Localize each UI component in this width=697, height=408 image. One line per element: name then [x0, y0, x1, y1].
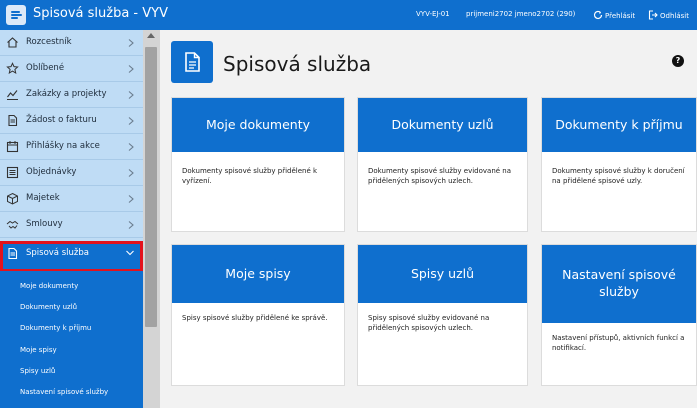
file-icon: [8, 247, 18, 260]
box-icon: [7, 192, 18, 205]
submenu-item-moje-dokumenty[interactable]: Moje dokumenty: [20, 282, 78, 290]
sidebar-item-oblibene[interactable]: Oblíbené: [0, 56, 143, 82]
sidebar-submenu: Moje dokumenty Dokumenty uzlů Dokumenty …: [0, 271, 143, 408]
chevron-right-icon: [128, 221, 134, 229]
card-title: Moje dokumenty: [172, 98, 344, 152]
star-icon: [6, 62, 19, 75]
card-nastaveni-spisove-sluzby[interactable]: Nastavení spisové služby Nastavení příst…: [541, 244, 697, 386]
submenu-item-moje-spisy[interactable]: Moje spisy: [20, 346, 57, 354]
sidebar-item-label: Žádost o fakturu: [26, 115, 97, 125]
document-icon: [8, 114, 18, 127]
sidebar-item-label: Objednávky: [26, 167, 77, 177]
chevron-right-icon: [128, 169, 134, 177]
relogin-button[interactable]: Přehlásit: [593, 10, 635, 20]
card-dokumenty-k-prijmu[interactable]: Dokumenty k příjmu Dokumenty spisové slu…: [541, 97, 697, 232]
sidebar-item-majetek[interactable]: Majetek: [0, 186, 143, 212]
submenu-item-dokumenty-k-prijmu[interactable]: Dokumenty k příjmu: [20, 324, 91, 332]
sidebar-item-label: Přihlášky na akce: [26, 141, 100, 151]
sidebar-item-spisova-sluzba[interactable]: Spisová služba: [0, 241, 143, 272]
card-title: Spisy uzlů: [358, 245, 527, 303]
sidebar-item-prihlasky[interactable]: Přihlášky na akce: [0, 134, 143, 160]
scroll-up-arrow-icon[interactable]: [147, 33, 155, 38]
chevron-down-icon: [126, 250, 134, 256]
scrollbar-thumb[interactable]: [145, 47, 157, 327]
logout-label: Odhlásit: [660, 12, 689, 20]
environment-label: VYV-EJ-01: [416, 10, 450, 18]
card-description: Spisy spisové služby přidělené ke správě…: [182, 314, 328, 322]
sidebar-item-label: Spisová služba: [26, 248, 89, 258]
sidebar-item-label: Zakázky a projekty: [26, 89, 107, 99]
chevron-right-icon: [128, 117, 134, 125]
hamburger-menu-icon[interactable]: [6, 5, 26, 25]
sidebar-item-objednavky[interactable]: Objednávky: [0, 160, 143, 186]
card-spisy-uzlu[interactable]: Spisy uzlů Spisy spisové služby evidovan…: [357, 244, 528, 386]
submenu-item-dokumenty-uzlu[interactable]: Dokumenty uzlů: [20, 303, 77, 311]
refresh-icon: [593, 10, 603, 20]
app-title: Spisová služba - VYV: [33, 6, 168, 21]
chart-icon: [7, 90, 18, 101]
chevron-right-icon: [128, 195, 134, 203]
logout-button[interactable]: Odhlásit: [648, 10, 689, 20]
card-description: Spisy spisové služby evidované na přiděl…: [368, 314, 490, 333]
card-moje-dokumenty[interactable]: Moje dokumenty Dokumenty spisové služby …: [171, 97, 345, 232]
chevron-right-icon: [128, 65, 134, 73]
sidebar-item-label: Smlouvy: [26, 219, 63, 229]
handshake-icon: [6, 220, 19, 229]
relogin-label: Přehlásit: [605, 12, 636, 20]
card-dokumenty-uzlu[interactable]: Dokumenty uzlů Dokumenty spisové služby …: [357, 97, 528, 232]
chevron-right-icon: [128, 143, 134, 151]
top-bar: Spisová služba - VYV VYV-EJ-01 prijmeni2…: [0, 0, 697, 30]
sidebar-item-zakazky[interactable]: Zakázky a projekty: [0, 82, 143, 108]
help-icon[interactable]: ?: [672, 55, 684, 67]
home-icon: [7, 37, 18, 48]
sidebar-item-label: Majetek: [26, 193, 60, 203]
submenu-item-nastaveni[interactable]: Nastavení spisové služby: [20, 388, 108, 396]
page-document-icon: [171, 41, 213, 83]
sidebar-item-rozcestnik[interactable]: Rozcestník: [0, 30, 143, 56]
chevron-right-icon: [128, 91, 134, 99]
logout-icon: [648, 10, 658, 20]
card-title: Nastavení spisové služby: [542, 245, 696, 323]
sidebar: Rozcestník Oblíbené Zakázky a projekty Ž…: [0, 30, 143, 408]
card-description: Nastavení přístupů, aktivních funkcí a n…: [552, 334, 685, 353]
chevron-right-icon: [128, 39, 134, 47]
list-icon: [6, 166, 19, 179]
sidebar-item-label: Oblíbené: [26, 63, 65, 73]
card-title: Dokumenty k příjmu: [542, 98, 696, 152]
user-menu[interactable]: prijmeni2702 jmeno2702 (290): [466, 10, 575, 18]
card-description: Dokumenty spisové služby přidělené k vyř…: [182, 167, 318, 186]
card-moje-spisy[interactable]: Moje spisy Spisy spisové služby přidělen…: [171, 244, 345, 386]
sidebar-item-smlouvy[interactable]: Smlouvy: [0, 212, 143, 238]
calendar-icon: [6, 141, 19, 153]
sidebar-item-zadost-o-fakturu[interactable]: Žádost o fakturu: [0, 108, 143, 134]
card-title: Moje spisy: [172, 245, 344, 303]
card-description: Dokumenty spisové služby evidované na př…: [368, 167, 512, 186]
card-description: Dokumenty spisové služby k doručení na p…: [552, 167, 685, 186]
sidebar-item-label: Rozcestník: [26, 37, 72, 47]
page-title: Spisová služba: [223, 52, 372, 76]
card-title: Dokumenty uzlů: [358, 98, 527, 152]
submenu-item-spisy-uzlu[interactable]: Spisy uzlů: [20, 367, 55, 375]
